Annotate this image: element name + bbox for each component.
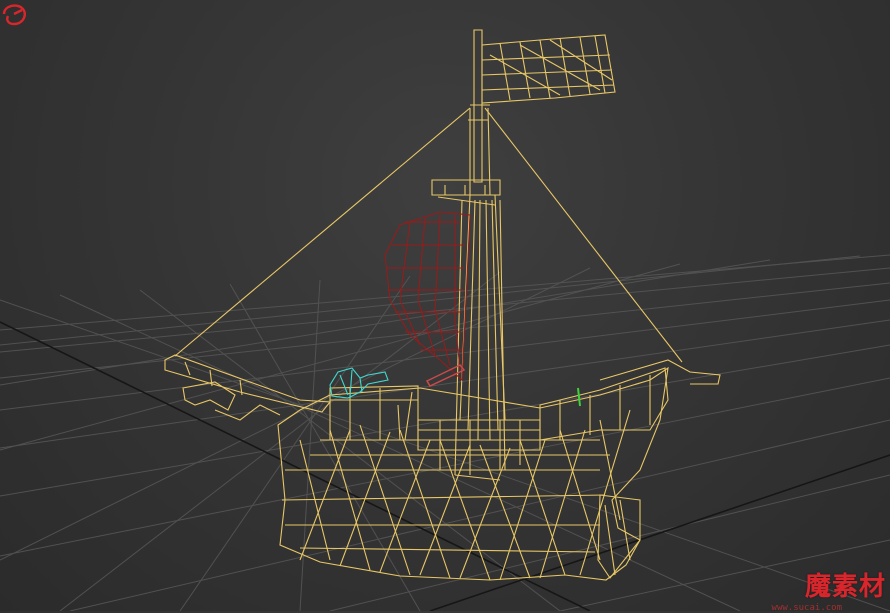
stay-rope-aft[interactable] <box>484 107 683 363</box>
stay-rope-fore[interactable] <box>174 107 471 357</box>
flag[interactable] <box>481 34 616 104</box>
watermark-url: www.sucai.com <box>771 603 842 613</box>
transform-gizmo[interactable] <box>577 387 581 407</box>
viewport-canvas[interactable] <box>0 0 890 611</box>
main-mast[interactable] <box>459 194 506 441</box>
watermark-text: 魔素材 <box>804 572 886 602</box>
bowsprit[interactable] <box>164 354 332 413</box>
ship-wireframe[interactable] <box>164 29 721 581</box>
main-deck-rail[interactable] <box>417 419 541 475</box>
watermark-logo-icon <box>2 4 26 26</box>
perspective-viewport[interactable]: 魔素材 www.sucai.com <box>0 0 890 613</box>
ground-grid <box>0 254 890 611</box>
topmast[interactable] <box>468 29 490 183</box>
sail-yard-red <box>425 364 466 387</box>
